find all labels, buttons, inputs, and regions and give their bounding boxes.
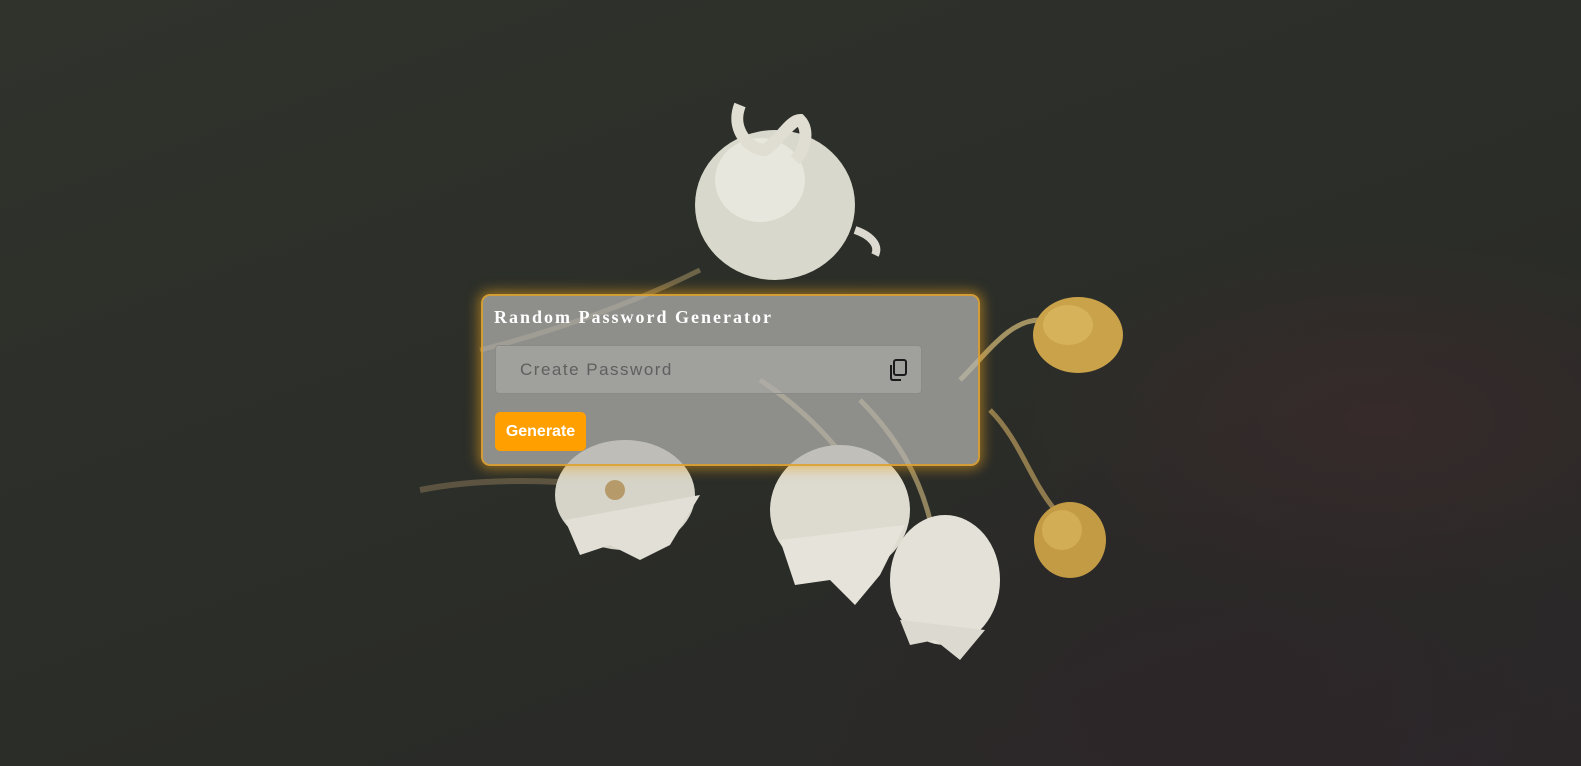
copy-icon[interactable] — [887, 358, 909, 382]
password-field — [495, 345, 922, 394]
password-generator-card: Random Password Generator Generate — [481, 294, 980, 466]
password-input[interactable] — [496, 346, 876, 393]
generate-button[interactable]: Generate — [495, 412, 586, 451]
generator-title: Random Password Generator — [494, 307, 773, 327]
